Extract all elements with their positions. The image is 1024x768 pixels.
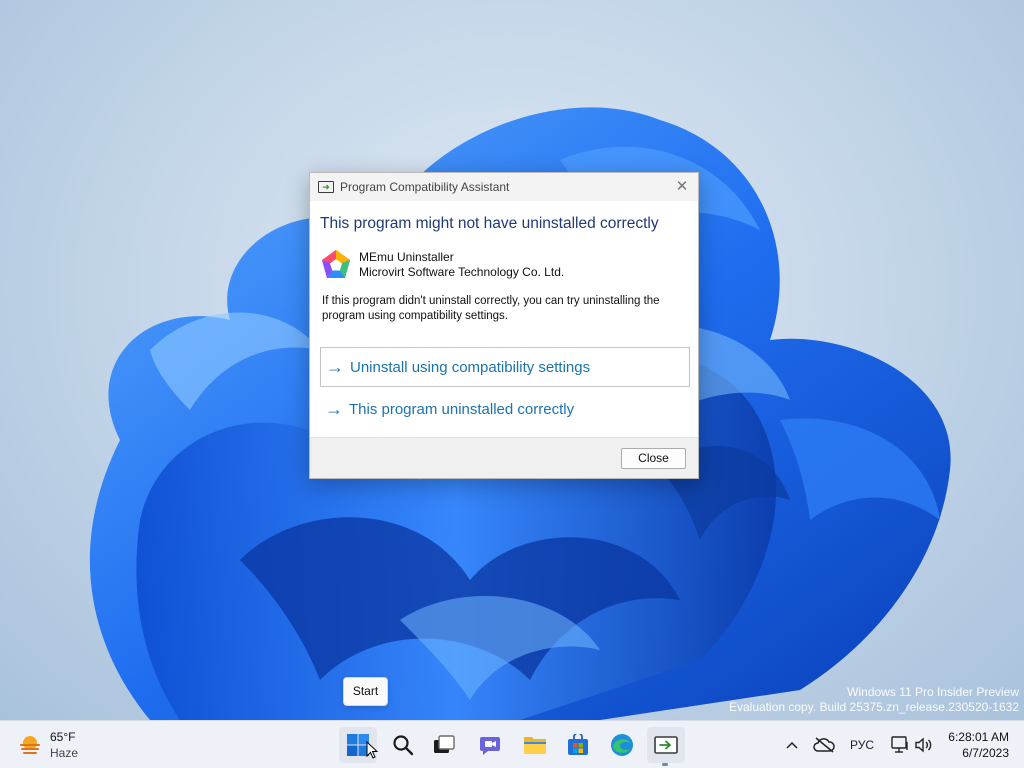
task-view-button[interactable] (425, 727, 463, 763)
network-tray-button[interactable] (888, 733, 912, 757)
start-tooltip: Start (343, 677, 388, 706)
app-vendor: Microvirt Software Technology Co. Ltd. (359, 265, 565, 279)
task-view-icon (434, 735, 455, 753)
uninstall-compatibility-link[interactable]: → Uninstall using compatibility settings (320, 347, 690, 387)
compatibility-assistant-icon: ➔ (318, 181, 334, 193)
compatibility-assistant-icon (654, 736, 678, 754)
compatibility-assistant-dialog: ➔ Program Compatibility Assistant ✕ This… (309, 172, 699, 479)
haze-sun-icon (20, 736, 40, 754)
uninstall-compatibility-label: Uninstall using compatibility settings (350, 358, 591, 376)
uninstalled-correctly-link[interactable]: → This program uninstalled correctly (320, 389, 690, 429)
system-clock[interactable]: 6:28:01 AM 6/7/2023 (948, 729, 1009, 761)
weather-condition: Haze (50, 746, 79, 760)
close-button[interactable]: Close (621, 448, 686, 469)
app-name: MEmu Uninstaller (359, 250, 454, 264)
dialog-description: If this program didn't uninstall correct… (322, 295, 660, 322)
taskbar: 65°F Haze РУС 6:28:01 AM 6/7/2023 (0, 720, 1024, 768)
mouse-cursor-icon (366, 741, 378, 759)
search-icon (393, 735, 414, 756)
file-explorer-icon (524, 737, 546, 754)
search-button[interactable] (384, 727, 422, 763)
edge-button[interactable] (603, 727, 641, 763)
show-hidden-icons-chevron[interactable] (782, 733, 802, 757)
memu-logo-icon (322, 250, 350, 278)
chat-button[interactable] (471, 727, 509, 763)
weather-widget[interactable]: 65°F Haze (18, 729, 98, 761)
clock-date: 6/7/2023 (962, 746, 1009, 760)
weather-temperature: 65°F (50, 730, 76, 744)
evaluation-watermark: Windows 11 Pro Insider Preview Evaluatio… (729, 685, 1019, 715)
network-icon (891, 736, 908, 753)
compatibility-assistant-taskbar-button[interactable] (647, 727, 685, 763)
file-explorer-button[interactable] (516, 727, 554, 763)
store-icon (568, 734, 588, 755)
dialog-heading: This program might not have uninstalled … (320, 215, 659, 232)
chat-icon (480, 737, 500, 755)
watermark-line2: Evaluation copy. Build 25375.zn_release.… (729, 700, 1019, 714)
speaker-icon (915, 737, 932, 753)
watermark-line1: Windows 11 Pro Insider Preview (847, 685, 1019, 699)
volume-tray-button[interactable] (913, 733, 935, 757)
cloud-offline-icon (813, 737, 835, 753)
language-indicator[interactable]: РУС (846, 733, 878, 757)
arrow-right-icon: → (326, 357, 344, 377)
edge-icon (611, 734, 633, 756)
dialog-title: Program Compatibility Assistant (340, 180, 510, 194)
dialog-titlebar[interactable]: ➔ Program Compatibility Assistant ✕ (310, 173, 698, 201)
uninstalled-correctly-label: This program uninstalled correctly (349, 400, 575, 418)
store-button[interactable] (559, 727, 597, 763)
chevron-up-icon (786, 741, 798, 749)
onedrive-tray-button[interactable] (812, 733, 836, 757)
close-icon[interactable]: ✕ (672, 177, 692, 197)
arrow-right-icon: → (325, 399, 343, 419)
clock-time: 6:28:01 AM (948, 730, 1009, 744)
running-indicator (662, 763, 668, 766)
dialog-footer: Close (310, 437, 698, 478)
